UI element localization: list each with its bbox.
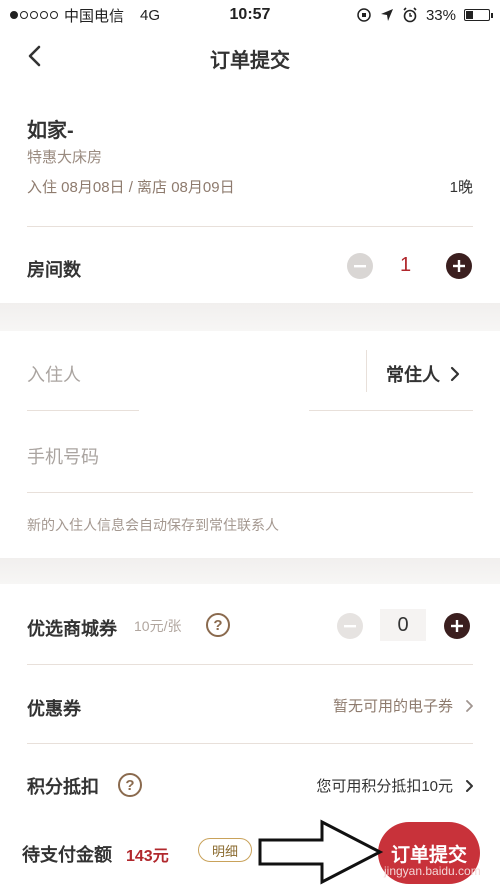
divider [27,410,139,411]
orientation-lock-icon [357,8,371,22]
divider [27,226,473,227]
pay-label: 待支付金额 [22,845,112,865]
section-gap [0,558,500,584]
mall-coupon-label: 优选商城券 [27,619,117,639]
help-icon[interactable]: ? [118,773,142,797]
location-icon [380,9,393,21]
rooms-quantity: 1 [400,254,412,276]
status-bar: 中国电信 4G 10:57 33% [0,0,500,30]
hotel-info: 如家- 特惠大床房 入住 08月08日 / 离店 08月09日 1晚 [0,108,500,228]
minus-icon [354,265,366,268]
rooms-plus-button[interactable] [446,253,472,279]
divider [309,410,473,411]
room-type: 特惠大床房 [27,149,103,166]
help-icon[interactable]: ? [206,613,230,637]
coupon-label: 优惠券 [27,699,81,719]
rooms-label: 房间数 [27,260,81,280]
guest-name-field[interactable]: 入住人 [27,361,81,387]
points-selector[interactable]: 您可用积分抵扣10元 [316,775,474,796]
status-right: 33% [356,6,493,24]
frequent-guest-label: 常住人 [386,365,440,385]
chevron-right-icon [450,366,460,382]
alarm-icon [403,7,417,23]
hotel-name: 如家- [27,120,74,142]
phone-field[interactable]: 手机号码 [27,443,99,469]
chevron-right-icon [466,779,473,792]
plus-icon [453,260,465,272]
page-title: 订单提交 [210,50,290,72]
battery-icon [464,9,493,21]
guest-divider [366,350,367,392]
arrow-annotation-icon [258,819,384,885]
chevron-right-icon [466,699,473,712]
divider [27,743,473,744]
nav-bar: 订单提交 [0,30,500,85]
pay-amount: 143元 [126,848,169,865]
mall-coupon-quantity[interactable]: 0 [380,609,426,641]
section-gap [0,303,500,331]
coupon-selector[interactable]: 暂无可用的电子券 [333,695,474,716]
mall-plus-button[interactable] [444,613,470,639]
footer-bar: 待支付金额 143元 明细 订单提交 jingyan.baidu.com [0,820,500,889]
detail-button[interactable]: 明细 [198,838,252,862]
divider [27,492,473,493]
watermark: jingyan.baidu.com [384,864,481,878]
frequent-guest-button[interactable]: 常住人 [386,361,460,387]
mall-minus-button[interactable] [337,613,363,639]
rooms-minus-button[interactable] [347,253,373,279]
points-label: 积分抵扣 [27,777,99,797]
plus-icon [451,620,463,632]
mall-coupon-price: 10元/张 [134,618,182,634]
points-value: 您可用积分抵扣10元 [316,778,453,795]
nights-count: 1晚 [449,179,473,196]
coupon-value: 暂无可用的电子券 [332,698,453,715]
stay-dates: 入住 08月08日 / 离店 08月09日 [27,179,235,196]
battery-percent: 33% [425,6,456,24]
guest-hint: 新的入住人信息会自动保存到常住联系人 [27,517,279,533]
divider [27,664,473,665]
minus-icon [344,625,356,628]
